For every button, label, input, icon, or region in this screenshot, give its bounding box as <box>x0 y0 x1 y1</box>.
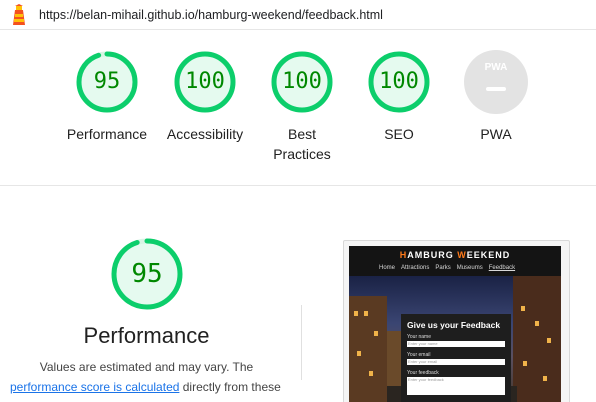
screenshot-image: HAMBURG WEEKEND Home Attractions Parks Muse… <box>349 246 561 402</box>
pwa-dash <box>486 87 506 91</box>
gauge-accessibility[interactable]: 100 Accessibility <box>155 50 255 144</box>
performance-description: Values are estimated and may vary. The <box>39 360 254 374</box>
final-screenshot[interactable]: HAMBURG WEEKEND Home Attractions Parks Muse… <box>343 240 570 402</box>
feedback-form-preview: Give us your Feedback Your name Enter yo… <box>401 314 511 402</box>
score-label: Accessibility <box>166 126 244 142</box>
score-calculator-link[interactable]: performance score is calculated <box>10 380 179 394</box>
site-logo: HAMBURG WEEKEND <box>399 250 511 260</box>
vertical-divider <box>301 305 302 380</box>
site-nav-item: Home <box>379 265 396 271</box>
gauge-performance[interactable]: 95 Performance <box>57 50 157 144</box>
description-rest: directly from these <box>179 380 281 394</box>
gauge-pwa[interactable]: PWA PWA <box>446 50 546 144</box>
background-photo: Give us your Feedback Your name Enter yo… <box>349 276 561 402</box>
score-value: 100 <box>379 69 419 94</box>
site-nav: Home Attractions Parks Museums Feedback <box>379 265 521 271</box>
site-header: HAMBURG WEEKEND Home Attractions Parks Muse… <box>349 246 561 276</box>
score-value: 95 <box>93 69 121 94</box>
performance-gauge-large: 95 <box>110 237 184 311</box>
site-nav-item: Museums <box>456 265 483 271</box>
score-value: 100 <box>282 69 322 94</box>
pwa-badge-text: PWA <box>484 62 508 73</box>
performance-score: 95 <box>131 259 163 289</box>
page-url[interactable]: https://belan-mihail.github.io/hamburg-w… <box>39 8 383 22</box>
site-nav-item: Parks <box>435 265 451 271</box>
lighthouse-icon <box>13 4 25 25</box>
gauge-seo[interactable]: 100 SEO <box>349 50 449 144</box>
pwa-badge-icon: PWA <box>464 50 528 114</box>
score-value: 100 <box>185 69 225 94</box>
score-label: Best Practices <box>273 126 331 162</box>
url-bar: https://belan-mihail.github.io/hamburg-w… <box>0 0 596 30</box>
performance-title: Performance <box>83 323 210 348</box>
score-label: SEO <box>384 126 414 142</box>
score-label: Performance <box>66 126 148 142</box>
site-nav-item: Feedback <box>488 265 516 271</box>
form-title: Give us your Feedback <box>407 320 501 330</box>
section-divider <box>0 185 596 186</box>
site-nav-item: Attractions <box>401 265 430 271</box>
gauge-best-practices[interactable]: 100 Best Practices <box>252 50 352 164</box>
score-label: PWA <box>480 126 512 142</box>
performance-description-line2: performance score is calculated directly… <box>10 380 300 394</box>
